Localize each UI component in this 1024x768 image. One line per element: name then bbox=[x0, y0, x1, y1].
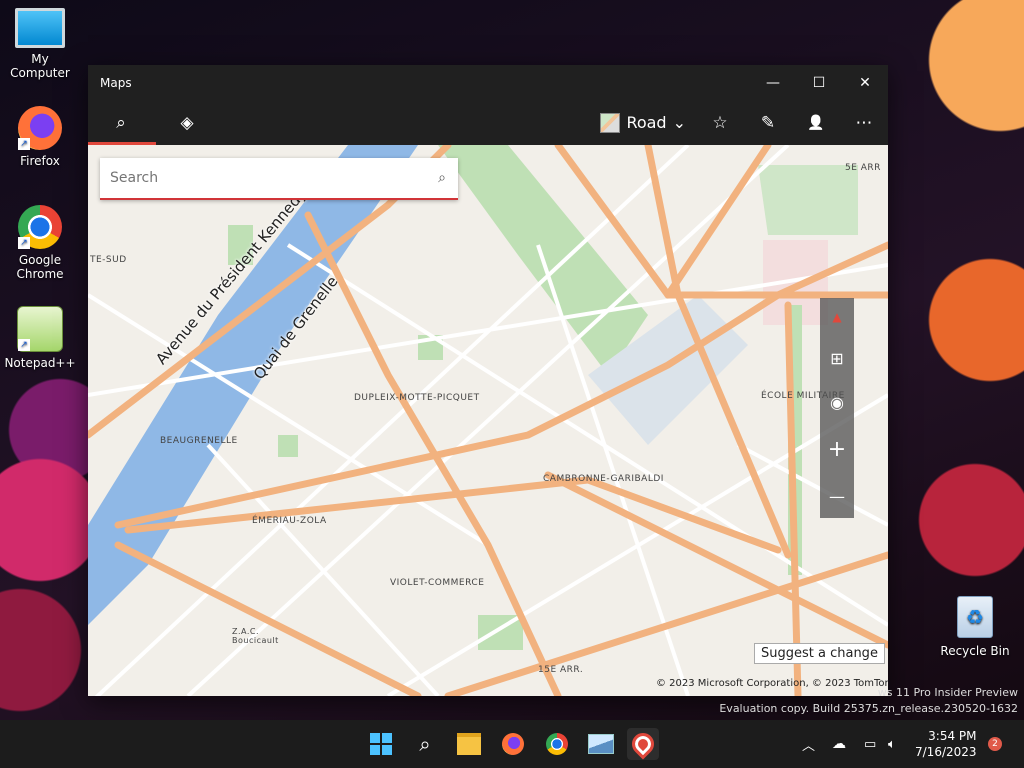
map-style-label: Road bbox=[626, 113, 667, 132]
zoom-out-button[interactable]: — bbox=[829, 487, 845, 506]
road-map-thumbnail-icon bbox=[600, 112, 621, 133]
window-title: Maps bbox=[100, 75, 132, 90]
search-icon: ⌕ bbox=[116, 112, 126, 133]
park-area bbox=[758, 165, 858, 235]
map-label: DUPLEIX-MOTTE-PICQUET bbox=[354, 393, 480, 403]
tilt-button[interactable]: ⊞ bbox=[830, 349, 843, 368]
search-icon: ⌕ bbox=[419, 732, 431, 756]
favorites-icon: ☆ bbox=[712, 112, 728, 133]
search-input[interactable] bbox=[100, 159, 426, 197]
chevron-down-icon: ⌄ bbox=[672, 113, 686, 132]
tab-search[interactable]: ⌕ bbox=[88, 100, 156, 145]
directions-icon: ◈ bbox=[180, 112, 194, 133]
desktop-icon-firefox[interactable]: ↗ Firefox bbox=[0, 106, 80, 168]
clock-time: 3:54 PM bbox=[928, 729, 977, 743]
map-controls: ▲ ⊞ ◉ + — bbox=[820, 298, 854, 518]
maximize-button[interactable]: ☐ bbox=[796, 65, 842, 100]
map-label: ÉMERIAU-ZOLA bbox=[252, 516, 327, 526]
tray-network-icon[interactable]: ▭ bbox=[864, 720, 876, 768]
monitor-icon bbox=[15, 8, 65, 48]
favorites-button[interactable]: ☆ bbox=[696, 100, 744, 145]
search-icon[interactable]: ⌕ bbox=[426, 170, 458, 186]
account-icon: 👤 bbox=[807, 114, 825, 131]
taskbar-clock[interactable]: 3:54 PM 7/16/2023 bbox=[915, 728, 977, 760]
desktop-icon-label: Notepad++ bbox=[4, 356, 76, 370]
desktop-icon-my-computer[interactable]: My Computer bbox=[0, 8, 80, 80]
more-button[interactable]: ⋯ bbox=[840, 100, 888, 145]
photos-icon bbox=[588, 734, 614, 754]
file-explorer-icon bbox=[457, 733, 481, 755]
start-icon bbox=[370, 733, 392, 755]
map-label: CAMBRONNE-GARIBALDI bbox=[543, 474, 664, 484]
desktop-icon-recycle-bin[interactable]: ♻ Recycle Bin bbox=[940, 596, 1010, 658]
zoom-in-button[interactable]: + bbox=[828, 437, 846, 462]
cloud-offline-icon: ☁ bbox=[832, 736, 846, 752]
taskbar-search-button[interactable]: ⌕ bbox=[409, 728, 441, 760]
taskbar-chrome[interactable] bbox=[541, 728, 573, 760]
chrome-icon: ↗ bbox=[18, 205, 62, 249]
map-canvas[interactable]: DUPLEIX-MOTTE-PICQUET BEAUGRENELLE CAMBR… bbox=[88, 145, 888, 696]
maps-window: Maps — ☐ ✕ ⌕ ◈ Road ⌄ ☆ ✎ 👤 ⋯ DUPLEIX-MO… bbox=[88, 65, 888, 696]
volume-icon: 🔈︎ bbox=[888, 736, 896, 752]
build-watermark: ws 11 Pro Insider Preview bbox=[877, 686, 1018, 699]
map-label: 5E ARR bbox=[845, 163, 881, 173]
taskbar-file-explorer[interactable] bbox=[453, 728, 485, 760]
tray-cloud-icon[interactable]: ☁ bbox=[832, 720, 846, 768]
network-icon: ▭ bbox=[864, 736, 877, 752]
tab-directions[interactable]: ◈ bbox=[154, 100, 220, 145]
notepad-plus-plus-icon: ↗ bbox=[17, 306, 63, 352]
more-icon: ⋯ bbox=[855, 112, 873, 133]
shortcut-arrow-icon: ↗ bbox=[18, 237, 30, 249]
suggest-change-button[interactable]: Suggest a change bbox=[754, 643, 885, 664]
firefox-icon: ↗ bbox=[18, 106, 62, 150]
taskbar-maps[interactable] bbox=[627, 728, 659, 760]
desktop-icon-google-chrome[interactable]: ↗ Google Chrome bbox=[0, 205, 80, 281]
notification-badge[interactable]: 2 bbox=[988, 737, 1002, 751]
close-button[interactable]: ✕ bbox=[842, 65, 888, 100]
compass-button[interactable]: ▲ bbox=[832, 310, 841, 324]
recycle-bin-icon: ♻ bbox=[957, 596, 993, 638]
maps-toolbar: ⌕ ◈ Road ⌄ ☆ ✎ 👤 ⋯ bbox=[88, 100, 888, 145]
ink-icon: ✎ bbox=[760, 112, 776, 133]
taskbar-firefox[interactable] bbox=[497, 728, 529, 760]
map-label: Z.A.C. Boucicault bbox=[232, 627, 279, 645]
desktop-icon-label: Recycle Bin bbox=[940, 644, 1010, 658]
desktop-icon-label: My Computer bbox=[10, 52, 70, 80]
taskbar-photos[interactable] bbox=[585, 728, 617, 760]
shortcut-arrow-icon: ↗ bbox=[18, 138, 30, 150]
maps-icon bbox=[627, 728, 659, 760]
ink-button[interactable]: ✎ bbox=[744, 100, 792, 145]
account-button[interactable]: 👤 bbox=[792, 100, 840, 145]
chevron-up-icon: ︿ bbox=[802, 738, 816, 754]
map-tiles bbox=[88, 145, 888, 696]
map-style-button[interactable]: Road ⌄ bbox=[590, 100, 696, 145]
map-attribution: © 2023 Microsoft Corporation, © 2023 Tom… bbox=[656, 678, 888, 689]
chrome-icon bbox=[546, 733, 568, 755]
map-label: TE-SUD bbox=[90, 255, 127, 265]
build-watermark: Evaluation copy. Build 25375.zn_release.… bbox=[719, 702, 1018, 715]
desktop-icon-label: Firefox bbox=[20, 154, 60, 168]
locate-button[interactable]: ◉ bbox=[830, 393, 844, 412]
desktop-icon-label: Google Chrome bbox=[16, 253, 64, 281]
desktop-icon-notepad-plus-plus[interactable]: ↗ Notepad++ bbox=[0, 306, 80, 370]
minimize-button[interactable]: — bbox=[750, 65, 796, 100]
map-label: 15E ARR. bbox=[538, 665, 584, 675]
title-bar[interactable]: Maps — ☐ ✕ bbox=[88, 65, 888, 100]
tray-volume-icon[interactable]: 🔈︎ bbox=[888, 720, 896, 768]
clock-date: 7/16/2023 bbox=[915, 745, 977, 759]
tray-overflow-button[interactable]: ︿ bbox=[802, 720, 815, 768]
map-label: BEAUGRENELLE bbox=[160, 436, 238, 446]
shortcut-arrow-icon: ↗ bbox=[18, 339, 30, 351]
taskbar: ⌕ ︿ ☁ ▭ 🔈︎ 3:54 PM 7/16/2023 bbox=[0, 720, 1024, 768]
map-label: VIOLET-COMMERCE bbox=[390, 578, 485, 588]
firefox-icon bbox=[502, 733, 524, 755]
search-box: ⌕ bbox=[100, 158, 458, 200]
start-button[interactable] bbox=[365, 728, 397, 760]
